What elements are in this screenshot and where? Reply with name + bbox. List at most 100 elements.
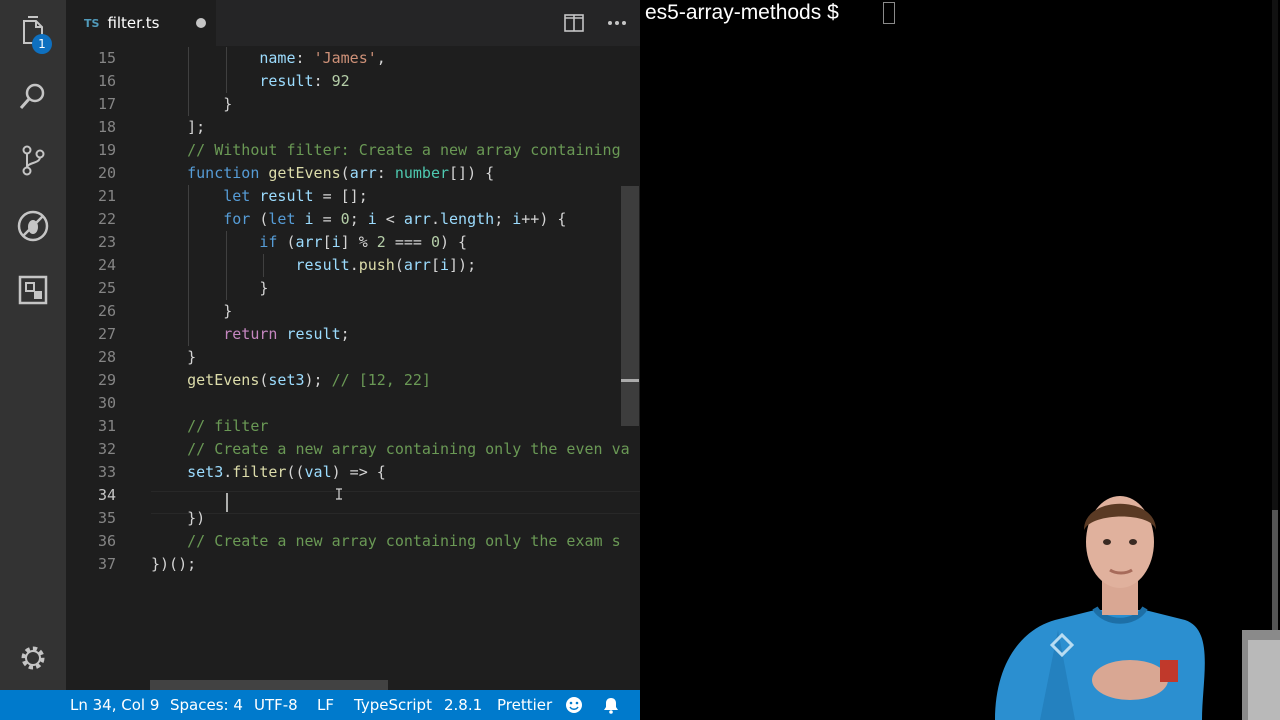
status-bar: Ln 34, Col 9 Spaces: 4 UTF-8 LF TypeScri… [0, 690, 640, 720]
horizontal-scrollbar[interactable] [150, 680, 388, 690]
line-number: 18 [97, 118, 116, 136]
line-number: 23 [97, 233, 116, 251]
split-editor-icon[interactable] [563, 13, 585, 33]
code-line[interactable]: 24 result.push(arr[i]); [66, 254, 640, 277]
line-number: 33 [97, 463, 116, 481]
code-text: name: 'James', [259, 49, 386, 67]
bell-icon[interactable] [602, 696, 620, 714]
activity-bar: 1 [0, 0, 66, 690]
code-text: return result; [223, 325, 350, 343]
files-badge: 1 [32, 34, 52, 54]
line-number: 26 [97, 302, 116, 320]
code-text: function getEvens(arr: number[]) { [187, 164, 495, 182]
tab-bar: TS filter.ts [66, 0, 640, 46]
code-line[interactable]: 31 // filter [66, 415, 640, 438]
code-line[interactable]: 16 result: 92 [66, 70, 640, 93]
line-number: 32 [97, 440, 116, 458]
line-number: 16 [97, 72, 116, 90]
code-line[interactable]: 34 [66, 484, 640, 507]
typescript-file-icon: TS [84, 16, 100, 30]
line-number: 37 [97, 555, 116, 573]
code-line[interactable]: 17 } [66, 93, 640, 116]
code-line[interactable]: 22 for (let i = 0; i < arr.length; i++) … [66, 208, 640, 231]
code-line[interactable]: 30 [66, 392, 640, 415]
extensions-icon[interactable] [13, 270, 53, 310]
line-number: 34 [97, 486, 116, 504]
line-number: 19 [97, 141, 116, 159]
code-text: // Create a new array containing only th… [187, 532, 621, 550]
more-actions-icon[interactable] [606, 13, 628, 33]
search-icon[interactable] [13, 76, 53, 116]
terminal-prompt: es5-array-methods $ [645, 1, 839, 24]
code-line[interactable]: 20 function getEvens(arr: number[]) { [66, 162, 640, 185]
code-text: // Create a new array containing only th… [187, 440, 630, 458]
line-number: 20 [97, 164, 116, 182]
code-text: getEvens(set3); // [12, 22] [187, 371, 431, 389]
typescript-version[interactable]: 2.8.1 [444, 690, 482, 720]
code-line[interactable]: 36 // Create a new array containing only… [66, 530, 640, 553]
unsaved-dot-icon[interactable] [196, 18, 206, 28]
debug-icon[interactable] [13, 206, 53, 246]
terminal-cursor [883, 2, 895, 24]
code-line[interactable]: 21 let result = []; [66, 185, 640, 208]
cursor-position[interactable]: Ln 34, Col 9 [70, 690, 159, 720]
code-line[interactable]: 23 if (arr[i] % 2 === 0) { [66, 231, 640, 254]
code-text: } [151, 348, 197, 366]
tab-filename: filter.ts [107, 14, 160, 32]
code-text: // filter [187, 417, 269, 435]
line-number: 24 [97, 256, 116, 274]
tab-filter-ts[interactable]: TS filter.ts [66, 0, 216, 46]
code-line[interactable]: 37})(); [66, 553, 640, 576]
code-editor[interactable]: 15 name: 'James', 16 result: 92 17 } 18 ]; 1… [66, 46, 640, 690]
code-line[interactable]: 32 // Create a new array containing only… [66, 438, 640, 461]
code-text: set3.filter((val) => { [187, 463, 386, 481]
vertical-scrollbar[interactable] [621, 186, 639, 426]
line-number: 35 [97, 509, 116, 527]
indentation-setting[interactable]: Spaces: 4 [170, 690, 243, 720]
file-encoding[interactable]: UTF-8 [254, 690, 298, 720]
code-line[interactable]: 28 } [66, 346, 640, 369]
code-text: if (arr[i] % 2 === 0) { [259, 233, 468, 251]
scrollbar-position-marker [621, 379, 639, 382]
line-number: 17 [97, 95, 116, 113]
gear-icon[interactable] [13, 638, 53, 678]
presenter-webcam-image [995, 496, 1280, 720]
ibeam-cursor-icon [336, 488, 342, 500]
code-line[interactable]: 35 }) [66, 507, 640, 530]
line-number: 36 [97, 532, 116, 550]
code-text: let result = []; [223, 187, 368, 205]
line-number: 28 [97, 348, 116, 366]
code-text: } [151, 95, 233, 113]
code-line[interactable]: 27 return result; [66, 323, 640, 346]
code-line[interactable]: 19 // Without filter: Create a new array… [66, 139, 640, 162]
line-number: 27 [97, 325, 116, 343]
source-control-icon[interactable] [13, 140, 53, 180]
line-number: 21 [97, 187, 116, 205]
code-line[interactable]: 15 name: 'James', [66, 47, 640, 70]
code-line[interactable]: 29 getEvens(set3); // [12, 22] [66, 369, 640, 392]
code-text: for (let i = 0; i < arr.length; i++) { [223, 210, 567, 228]
code-text: ]; [151, 118, 206, 136]
code-text: } [151, 302, 233, 320]
line-number: 22 [97, 210, 116, 228]
line-number: 31 [97, 417, 116, 435]
editor-window: 1 TS filter.ts 15 name: 'James', 16 resu… [0, 0, 640, 720]
text-caret [226, 493, 228, 512]
code-line[interactable]: 18 ]; [66, 116, 640, 139]
code-line[interactable]: 33 set3.filter((val) => { [66, 461, 640, 484]
line-number: 15 [97, 49, 116, 67]
line-number: 29 [97, 371, 116, 389]
formatter[interactable]: Prettier [497, 690, 552, 720]
smiley-feedback-icon[interactable] [565, 696, 583, 714]
code-line[interactable]: 25 } [66, 277, 640, 300]
code-text: }) [151, 509, 206, 527]
code-text: // Without filter: Create a new array co… [187, 141, 621, 159]
code-text: result: 92 [259, 72, 350, 90]
line-ending[interactable]: LF [317, 690, 334, 720]
code-text: } [151, 279, 269, 297]
code-text: result.push(arr[i]); [295, 256, 477, 274]
language-mode[interactable]: TypeScript [354, 690, 432, 720]
line-number: 30 [97, 394, 116, 412]
code-line[interactable]: 26 } [66, 300, 640, 323]
line-number: 25 [97, 279, 116, 297]
